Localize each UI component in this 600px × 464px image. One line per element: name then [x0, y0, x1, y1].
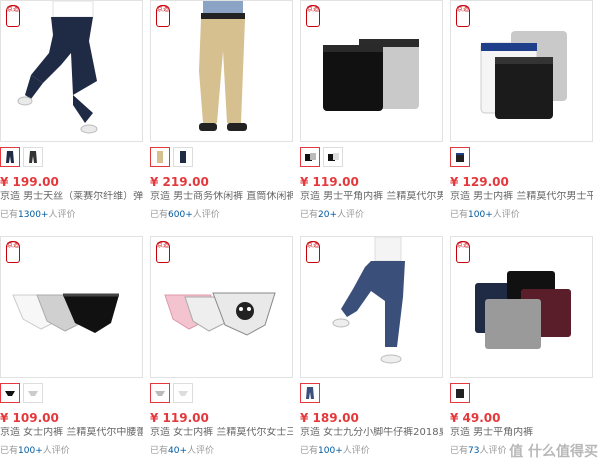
- product-card[interactable]: 京造 ¥ 219.00 京造 男士商务休闲裤 直筒休闲裤男 已有600+人评价: [150, 0, 293, 228]
- review-suffix: 人评价: [42, 446, 70, 456]
- product-title-link[interactable]: 京造 女士九分小脚牛仔裤2018夏季: [300, 427, 443, 439]
- product-card[interactable]: 京造 ¥ 119.00 京造 女士内裤 兰精莫代尔女士三角 已有40+人评价: [150, 236, 293, 464]
- brand-seal-icon: 京造: [156, 241, 170, 263]
- variant-thumbnails: [0, 383, 43, 403]
- variant-thumbnail[interactable]: [300, 383, 320, 403]
- review-prefix: 已有: [0, 210, 19, 220]
- variant-thumbnail[interactable]: [323, 147, 343, 167]
- product-price: ¥ 189.00: [300, 411, 359, 425]
- review-count: 已有600+人评价: [150, 209, 220, 221]
- product-price: ¥ 219.00: [150, 175, 209, 189]
- product-card[interactable]: 京造 ¥ 49.00 京造 男士平角内裤 已有73人评价: [450, 236, 593, 464]
- review-suffix: 人评价: [337, 210, 365, 220]
- review-prefix: 已有: [150, 446, 169, 456]
- review-count: 已有100+人评价: [300, 445, 370, 457]
- review-suffix: 人评价: [48, 210, 76, 220]
- product-price: ¥ 109.00: [0, 411, 59, 425]
- product-card[interactable]: 京造 ¥ 199.00 京造 男士天丝（莱赛尔纤维）弹力 已有1300+人评价: [0, 0, 143, 228]
- review-prefix: 已有: [450, 446, 469, 456]
- product-title-link[interactable]: 京造 男士天丝（莱赛尔纤维）弹力: [0, 191, 143, 203]
- brand-seal-icon: 京造: [6, 5, 20, 27]
- review-suffix: 人评价: [479, 446, 507, 456]
- product-price: ¥ 49.00: [450, 411, 501, 425]
- product-card[interactable]: 京造 ¥ 109.00 京造 女士内裤 兰精莫代尔中腰蕾丝 已有100+人评价: [0, 236, 143, 464]
- product-image[interactable]: 京造: [150, 0, 293, 142]
- product-image[interactable]: 京造: [300, 0, 443, 142]
- brand-seal-icon: 京造: [306, 241, 320, 263]
- product-image[interactable]: 京造: [450, 236, 593, 378]
- review-suffix: 人评价: [342, 446, 370, 456]
- brand-seal-icon: 京造: [456, 241, 470, 263]
- variant-thumbnail[interactable]: [23, 383, 43, 403]
- review-count-link[interactable]: 1300+: [18, 210, 48, 220]
- review-count-link[interactable]: 100+: [468, 210, 493, 220]
- product-price: ¥ 119.00: [150, 411, 209, 425]
- variant-thumbnail[interactable]: [150, 383, 170, 403]
- product-grid: 京造 ¥ 199.00 京造 男士天丝（莱赛尔纤维）弹力 已有1300+人评价 …: [0, 0, 600, 464]
- variant-thumbnails: [450, 383, 470, 403]
- product-price: ¥ 119.00: [300, 175, 359, 189]
- review-count: 已有100+人评价: [0, 445, 70, 457]
- variant-thumbnail[interactable]: [173, 147, 193, 167]
- review-count-link[interactable]: 600+: [168, 210, 193, 220]
- variant-thumbnails: [0, 147, 43, 167]
- variant-thumbnails: [300, 147, 343, 167]
- product-image[interactable]: 京造: [150, 236, 293, 378]
- review-count: 已有40+人评价: [150, 445, 214, 457]
- product-title-link[interactable]: 京造 男士商务休闲裤 直筒休闲裤男: [150, 191, 293, 203]
- review-count-link[interactable]: 73: [468, 446, 479, 456]
- review-count: 已有73人评价: [450, 445, 506, 457]
- brand-seal-icon: 京造: [306, 5, 320, 27]
- review-prefix: 已有: [450, 210, 469, 220]
- review-count-link[interactable]: 100+: [318, 446, 343, 456]
- variant-thumbnail[interactable]: [0, 383, 20, 403]
- variant-thumbnails: [300, 383, 320, 403]
- review-prefix: 已有: [0, 446, 19, 456]
- review-suffix: 人评价: [192, 210, 220, 220]
- brand-seal-icon: 京造: [456, 5, 470, 27]
- product-price: ¥ 199.00: [0, 175, 59, 189]
- review-count: 已有100+人评价: [450, 209, 520, 221]
- product-title-link[interactable]: 京造 男士平角内裤 兰精莫代尔男士: [300, 191, 443, 203]
- variant-thumbnail[interactable]: [450, 383, 470, 403]
- variant-thumbnail[interactable]: [23, 147, 43, 167]
- site-watermark: 值 什么值得买: [509, 444, 598, 460]
- variant-thumbnail[interactable]: [300, 147, 320, 167]
- product-card[interactable]: 京造 ¥ 129.00 京造 男士内裤 兰精莫代尔男士平 已有100+人评价: [450, 0, 593, 228]
- review-suffix: 人评价: [187, 446, 215, 456]
- review-count-link[interactable]: 20+: [318, 210, 337, 220]
- product-title-link[interactable]: 京造 女士内裤 兰精莫代尔中腰蕾丝: [0, 427, 143, 439]
- variant-thumbnails: [150, 383, 193, 403]
- review-prefix: 已有: [300, 446, 319, 456]
- product-card[interactable]: 京造 ¥ 189.00 京造 女士九分小脚牛仔裤2018夏季 已有100+人评价: [300, 236, 443, 464]
- product-image[interactable]: 京造: [450, 0, 593, 142]
- variant-thumbnails: [150, 147, 193, 167]
- variant-thumbnail[interactable]: [150, 147, 170, 167]
- product-image[interactable]: 京造: [0, 236, 143, 378]
- product-card[interactable]: 京造 ¥ 119.00 京造 男士平角内裤 兰精莫代尔男士 已有20+人评价: [300, 0, 443, 228]
- brand-seal-icon: 京造: [156, 5, 170, 27]
- review-prefix: 已有: [300, 210, 319, 220]
- variant-thumbnails: [450, 147, 470, 167]
- product-title-link[interactable]: 京造 男士内裤 兰精莫代尔男士平: [450, 191, 593, 203]
- product-price: ¥ 129.00: [450, 175, 509, 189]
- review-prefix: 已有: [150, 210, 169, 220]
- variant-thumbnail[interactable]: [173, 383, 193, 403]
- review-count: 已有20+人评价: [300, 209, 364, 221]
- variant-thumbnail[interactable]: [0, 147, 20, 167]
- product-image[interactable]: 京造: [0, 0, 143, 142]
- review-count: 已有1300+人评价: [0, 209, 75, 221]
- product-image[interactable]: 京造: [300, 236, 443, 378]
- brand-seal-icon: 京造: [6, 241, 20, 263]
- review-count-link[interactable]: 40+: [168, 446, 187, 456]
- product-title-link[interactable]: 京造 男士平角内裤: [450, 427, 593, 439]
- review-suffix: 人评价: [492, 210, 520, 220]
- product-title-link[interactable]: 京造 女士内裤 兰精莫代尔女士三角: [150, 427, 293, 439]
- variant-thumbnail[interactable]: [450, 147, 470, 167]
- review-count-link[interactable]: 100+: [18, 446, 43, 456]
